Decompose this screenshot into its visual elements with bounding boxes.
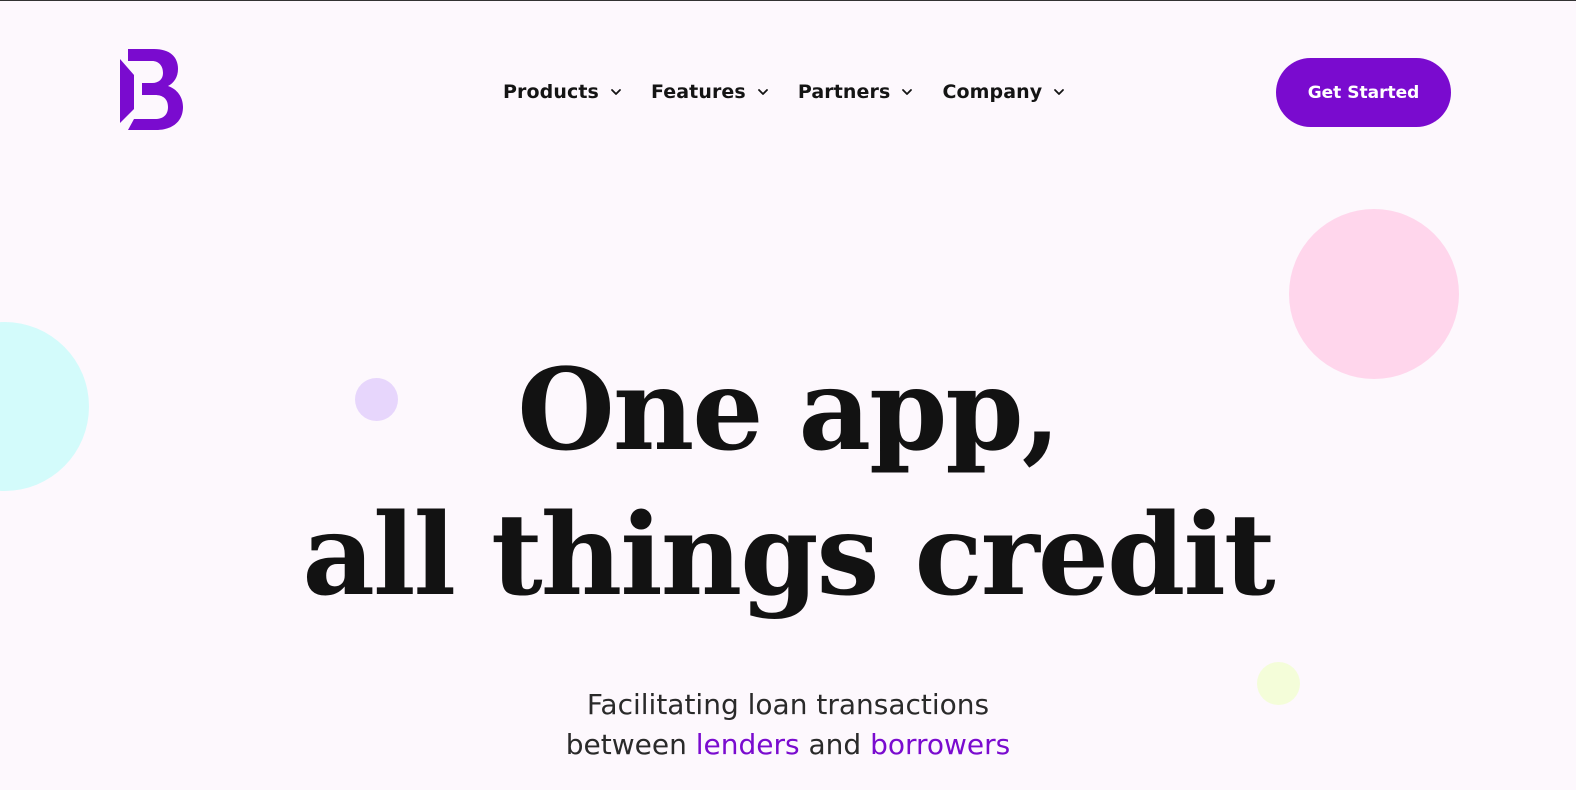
chevron-down-icon xyxy=(1054,89,1065,95)
subtitle-and: and xyxy=(799,728,871,761)
nav-item-features[interactable]: Features xyxy=(651,81,770,103)
chevron-down-icon xyxy=(611,89,621,95)
subtitle-lenders: lenders xyxy=(695,728,800,761)
nav-item-company[interactable]: Company xyxy=(942,81,1066,103)
chevron-down-icon xyxy=(757,89,768,95)
b-logo-icon xyxy=(120,49,183,130)
subtitle-borrowers: borrowers xyxy=(870,728,1011,761)
chevron-down-icon xyxy=(902,89,913,95)
nav-item-label: Partners xyxy=(797,81,891,103)
hero-headline-line2: all things credit xyxy=(302,490,1275,621)
nav-item-label: Products xyxy=(503,81,599,103)
subtitle-between: between xyxy=(565,728,696,761)
nav-item-label: Company xyxy=(942,81,1043,103)
nav-item-label: Features xyxy=(650,81,746,103)
nav-item-partners[interactable]: Partners xyxy=(798,81,915,103)
hero-subtitle: Facilitating loan transactions between l… xyxy=(0,685,1576,765)
get-started-button[interactable]: Get Started xyxy=(1276,58,1451,127)
subtitle-line1: Facilitating loan transactions xyxy=(586,688,990,721)
main-nav: Products Features Partners Company xyxy=(503,77,1066,107)
hero-headline: One app, all things credit xyxy=(0,341,1576,631)
brand-logo[interactable] xyxy=(120,47,184,131)
subtitle-line2: between lenders and borrowers xyxy=(0,725,1576,765)
hero-headline-line1: One app, xyxy=(517,345,1060,476)
landing-page: Products Features Partners Company Get S… xyxy=(0,0,1576,790)
nav-item-products[interactable]: Products xyxy=(503,81,623,103)
